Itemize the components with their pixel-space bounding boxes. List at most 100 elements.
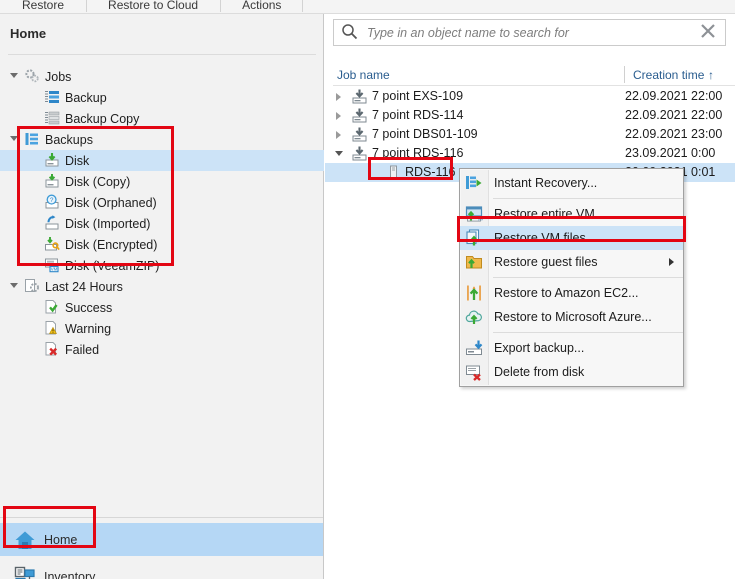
column-header-job-name[interactable]: Job name — [337, 68, 390, 82]
submenu-arrow-icon — [669, 258, 674, 266]
chevron-down-icon[interactable] — [10, 73, 18, 78]
sidebar-item-warning[interactable]: Warning — [0, 318, 324, 339]
warning-icon — [44, 320, 60, 336]
ribbon-tab-list: Restore Restore to Cloud Actions — [0, 0, 304, 14]
nav-item-inventory[interactable]: Inventory — [0, 560, 323, 579]
chevron-down-icon[interactable] — [335, 151, 343, 156]
backup-icon — [44, 89, 60, 105]
sidebar-item-disk-imported-label: Disk (Imported) — [65, 216, 151, 231]
sidebar-item-backup-label: Backup — [65, 90, 107, 105]
creation-time: 22.09.2021 22:00 — [625, 89, 723, 103]
sidebar-item-disk-imported[interactable]: Disk (Imported) — [0, 213, 324, 234]
header-rule — [333, 85, 735, 86]
sidebar-item-disk-copy[interactable]: Disk (Copy) — [0, 171, 324, 192]
sidebar-item-backup[interactable]: Backup — [0, 87, 324, 108]
menu-item-instant-recovery[interactable]: Instant Recovery... — [460, 171, 683, 195]
sidebar-item-jobs[interactable]: Jobs — [0, 66, 324, 87]
sidebar-item-backup-copy[interactable]: Backup Copy — [0, 108, 324, 129]
table-row[interactable]: 7 point EXS-109 22.09.2021 22:00 — [325, 87, 735, 106]
creation-time: 22.09.2021 23:00 — [625, 127, 723, 141]
sidebar-item-disk-encrypted[interactable]: Disk (Encrypted) — [0, 234, 324, 255]
sidebar-item-backups[interactable]: Backups — [0, 129, 324, 150]
sidebar-item-disk-label: Disk — [65, 153, 90, 168]
sidebar-item-success[interactable]: Success — [0, 297, 324, 318]
jobs-icon — [24, 68, 40, 84]
sidebar-item-disk-encrypted-label: Disk (Encrypted) — [65, 237, 158, 252]
chevron-right-icon[interactable] — [336, 131, 341, 139]
sidebar-item-success-label: Success — [65, 300, 113, 315]
sidebar-item-disk-copy-label: Disk (Copy) — [65, 174, 131, 189]
menu-separator — [493, 198, 683, 199]
disk-imported-icon — [44, 215, 60, 231]
sidebar-item-last-24-hours[interactable]: Last 24 Hours — [0, 276, 324, 297]
success-icon — [44, 299, 60, 315]
nav-item-inventory-label: Inventory — [44, 569, 96, 579]
menu-item-restore-to-microsoft-azure-label: Restore to Microsoft Azure... — [494, 310, 652, 324]
menu-item-restore-to-amazon-ec2[interactable]: Restore to Amazon EC2... — [460, 281, 683, 305]
column-divider[interactable] — [624, 66, 625, 83]
sidebar-item-disk-veeamzip-label: Disk (VeeamZIP) — [65, 258, 160, 273]
ribbon-tab-restore-to-cloud-label: Restore to Cloud — [108, 0, 199, 12]
nav-item-home-label: Home — [44, 532, 78, 547]
sidebar-item-last-24-hours-label: Last 24 Hours — [45, 279, 123, 294]
disk-icon — [44, 152, 60, 168]
disk-encrypted-icon — [44, 236, 60, 252]
home-icon — [14, 529, 36, 551]
menu-item-delete-from-disk[interactable]: Delete from disk — [460, 360, 683, 384]
chevron-right-icon[interactable] — [336, 112, 341, 120]
nav-item-home[interactable]: Home — [0, 523, 323, 556]
sidebar-item-failed[interactable]: Failed — [0, 339, 324, 360]
menu-item-restore-guest-files[interactable]: Restore guest files — [460, 250, 683, 274]
menu-item-export-backup[interactable]: Export backup... — [460, 336, 683, 360]
table-row[interactable]: 7 point DBS01-109 22.09.2021 23:00 — [325, 125, 735, 144]
menu-item-restore-vm-files[interactable]: Restore VM files... — [460, 226, 683, 250]
search-bar[interactable] — [333, 19, 726, 46]
menu-item-delete-from-disk-label: Delete from disk — [494, 365, 585, 379]
restore-guest-icon — [465, 253, 483, 271]
grid-header: Job name Creation time ↑ — [333, 66, 735, 86]
chevron-down-icon[interactable] — [10, 283, 18, 288]
chevron-right-icon[interactable] — [336, 93, 341, 101]
sidebar-item-failed-label: Failed — [65, 342, 100, 357]
sidebar-item-backup-copy-label: Backup Copy — [65, 111, 140, 126]
ribbon-tab-actions[interactable]: Actions — [220, 0, 304, 14]
table-row[interactable]: 7 point RDS-114 22.09.2021 22:00 — [325, 106, 735, 125]
column-header-creation-time[interactable]: Creation time — [633, 68, 704, 82]
sidebar-item-disk[interactable]: Disk — [0, 150, 324, 171]
ribbon-tab-restore[interactable]: Restore — [0, 0, 86, 14]
menu-item-restore-to-amazon-ec2-label: Restore to Amazon EC2... — [494, 286, 639, 300]
disk-veeamzip-icon: VM — [44, 257, 60, 273]
ribbon-tab-restore-to-cloud[interactable]: Restore to Cloud — [86, 0, 220, 14]
menu-separator — [493, 332, 683, 333]
menu-item-restore-guest-files-label: Restore guest files — [494, 255, 598, 269]
page-title: Home — [10, 26, 47, 41]
close-icon[interactable] — [699, 22, 717, 43]
menu-item-restore-entire-vm-label: Restore entire VM... — [494, 207, 606, 221]
job-name: 7 point RDS-114 — [372, 108, 464, 122]
chevron-down-icon[interactable] — [10, 136, 18, 141]
disk-copy-icon — [44, 173, 60, 189]
ribbon-tab-restore-label: Restore — [22, 0, 65, 12]
restore-vm-files-icon — [465, 229, 483, 247]
menu-separator — [493, 277, 683, 278]
disk-orphaned-icon: ? — [44, 194, 60, 210]
last24-icon — [24, 278, 40, 294]
vm-icon — [385, 164, 402, 181]
sidebar-item-disk-veeamzip[interactable]: VM Disk (VeeamZIP) — [0, 255, 324, 276]
creation-time: 23.09.2021 0:00 — [625, 146, 716, 160]
sort-ascending-icon[interactable]: ↑ — [708, 68, 714, 82]
ribbon-tab-actions-label: Actions — [242, 0, 282, 12]
svg-text:?: ? — [50, 197, 54, 204]
export-backup-icon — [465, 339, 483, 357]
restore-point-icon — [351, 107, 368, 124]
azure-icon — [465, 308, 483, 326]
search-input[interactable] — [365, 24, 699, 41]
sidebar-item-disk-orphaned[interactable]: ? Disk (Orphaned) — [0, 192, 324, 213]
title-divider — [8, 54, 316, 55]
backups-icon — [24, 131, 40, 147]
main-content: Job name Creation time ↑ 7 point EXS-109… — [325, 14, 735, 579]
restore-vm-icon: VM — [465, 205, 484, 223]
table-row[interactable]: 7 point RDS-116 23.09.2021 0:00 — [325, 144, 735, 163]
menu-item-restore-to-microsoft-azure[interactable]: Restore to Microsoft Azure... — [460, 305, 683, 329]
menu-item-restore-entire-vm[interactable]: VM Restore entire VM... — [460, 202, 683, 226]
